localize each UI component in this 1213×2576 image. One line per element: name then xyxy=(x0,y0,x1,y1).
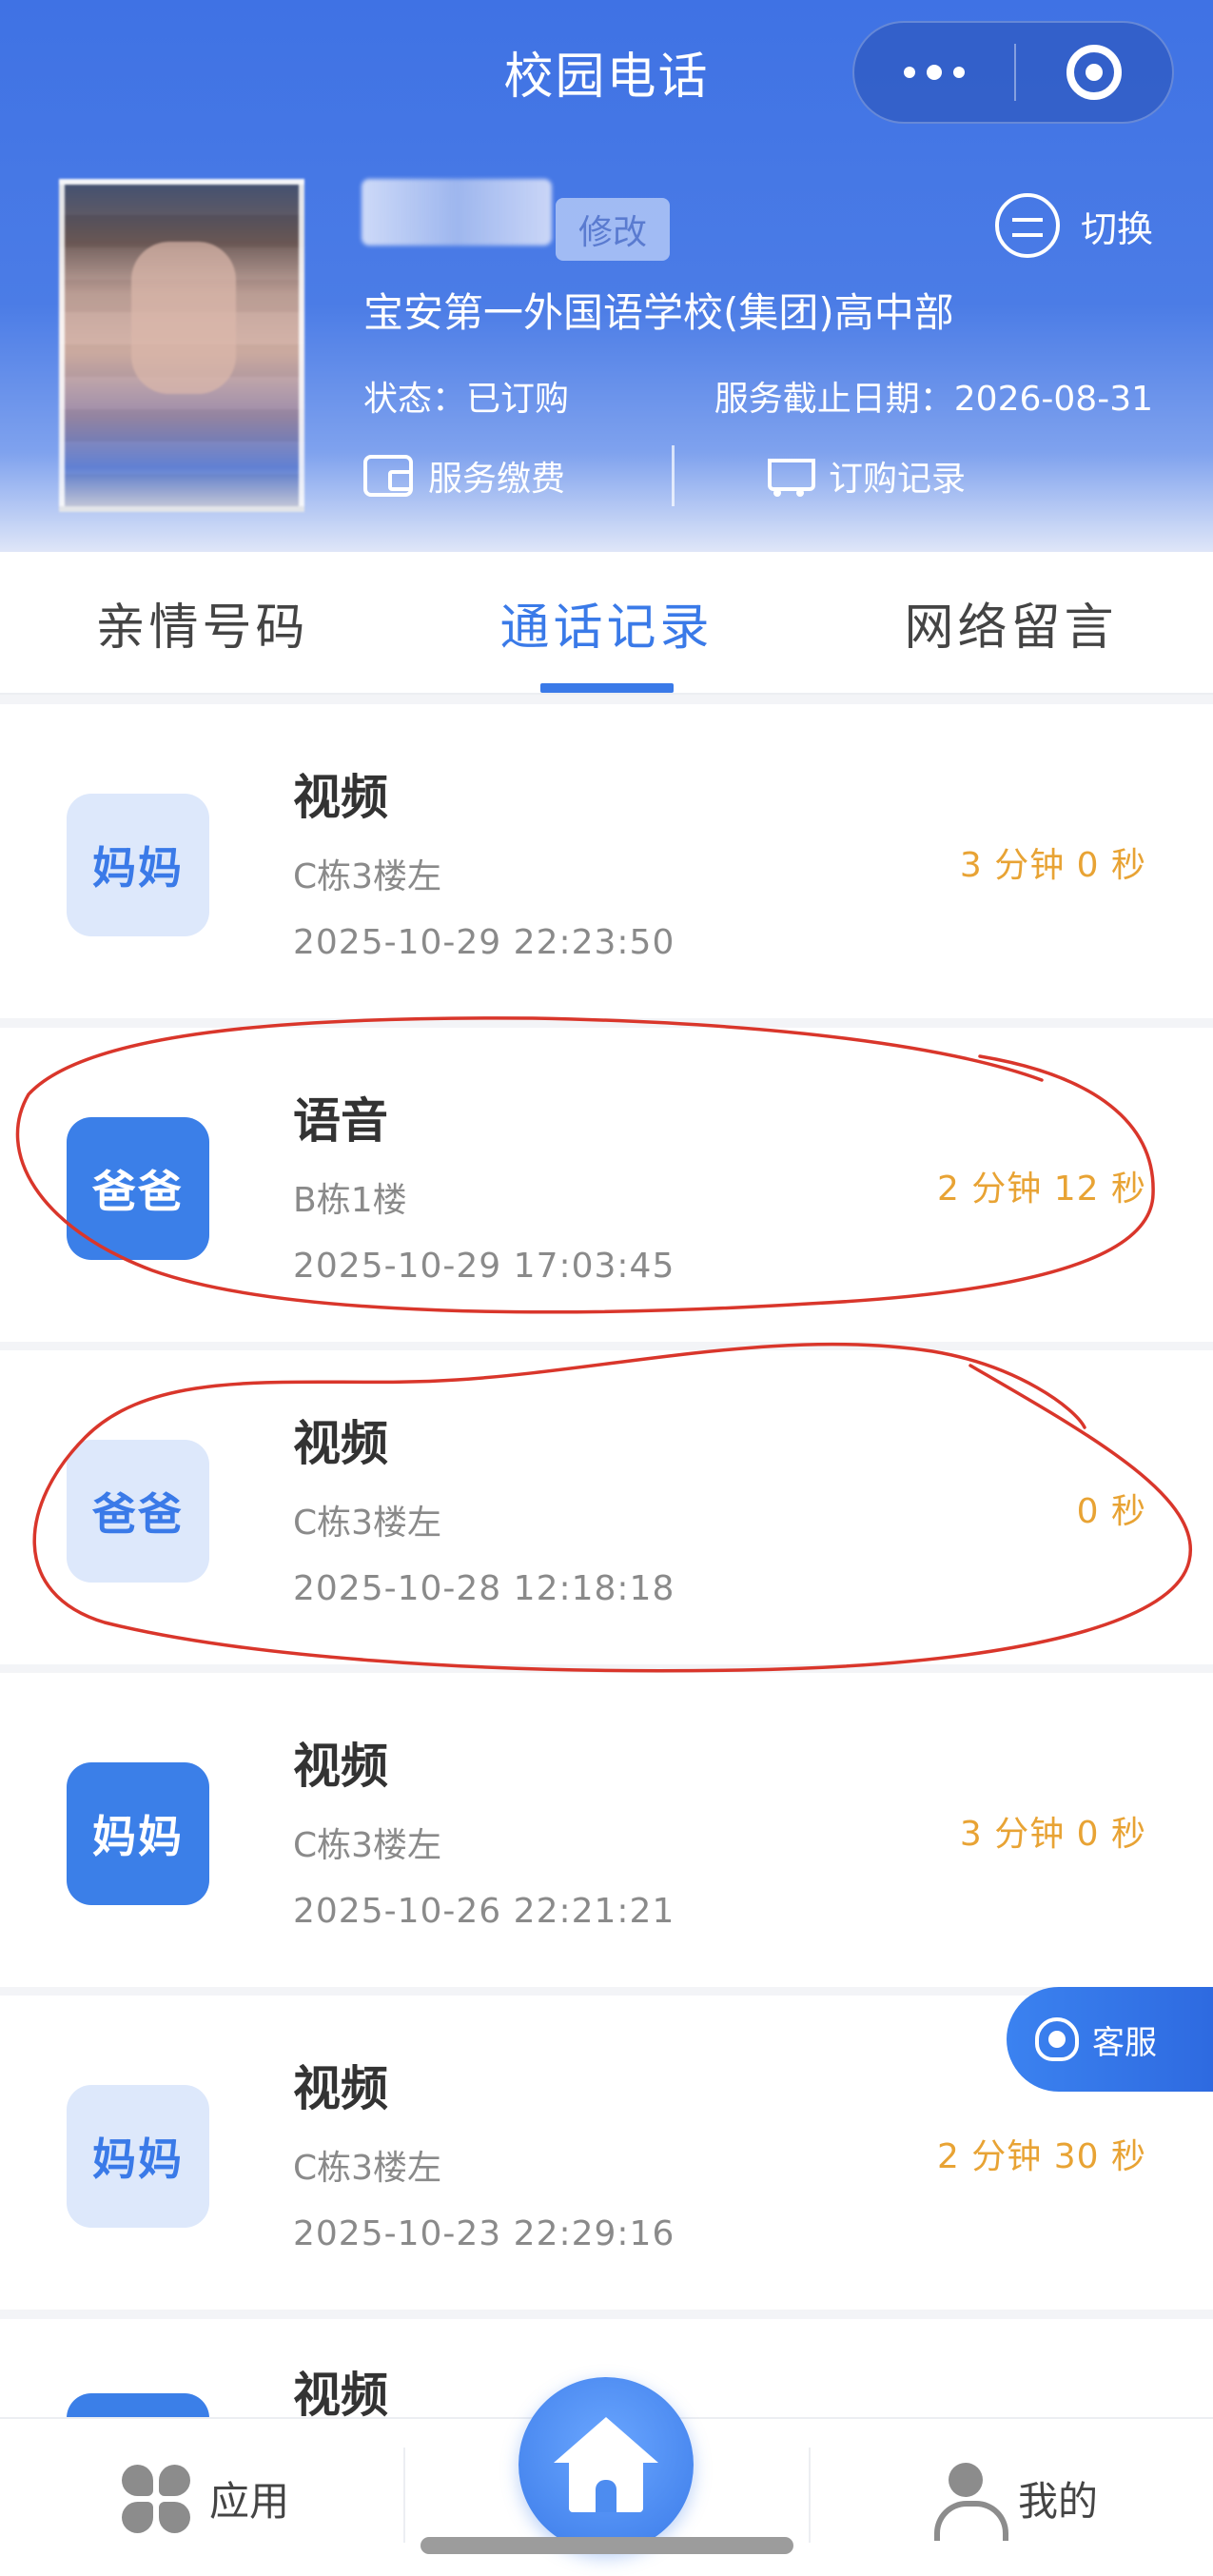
tab-bar: 亲情号码 通话记录 网络留言 xyxy=(0,552,1213,695)
apps-icon xyxy=(122,2464,190,2533)
call-duration: 2 分钟 12 秒 xyxy=(936,1170,1146,1209)
avatar xyxy=(59,179,304,512)
call-time: 2025-10-28 12:18:18 xyxy=(293,1569,675,1608)
call-type: 视频 xyxy=(293,2061,388,2116)
call-record[interactable]: 爸爸 视频 C栋3楼左 2025-10-28 12:18:18 0 秒 xyxy=(0,1350,1213,1664)
call-location: C栋3楼左 xyxy=(293,2149,442,2188)
contact-badge: 爸爸 xyxy=(67,1117,209,1260)
cart-icon xyxy=(760,453,816,499)
customer-service-label: 客服 xyxy=(1092,2023,1157,2062)
user-icon xyxy=(932,2462,1008,2541)
tab-call-records[interactable]: 通话记录 xyxy=(404,552,809,693)
call-location: C栋3楼左 xyxy=(293,857,442,896)
home-icon xyxy=(554,2417,658,2512)
call-type: 视频 xyxy=(293,2368,388,2423)
service-pay-button[interactable]: 服务缴费 xyxy=(363,451,565,501)
call-location: C栋3楼左 xyxy=(293,1504,442,1543)
home-indicator xyxy=(421,2537,793,2554)
call-location: B栋1楼 xyxy=(293,1181,407,1220)
call-type: 视频 xyxy=(293,1416,388,1471)
contact-badge: 妈妈 xyxy=(67,2085,209,2228)
call-type: 语音 xyxy=(293,1093,388,1149)
nav-apps[interactable]: 应用 xyxy=(122,2419,289,2576)
call-record[interactable]: 爸爸 语音 B栋1楼 2025-10-29 17:03:45 2 分钟 12 秒 xyxy=(0,1028,1213,1342)
order-records-label: 订购记录 xyxy=(829,460,967,499)
close-target-icon[interactable] xyxy=(1016,45,1172,100)
wallet-icon xyxy=(363,455,413,497)
tab-messages[interactable]: 网络留言 xyxy=(809,552,1213,693)
profile-actions: 服务缴费 订购记录 xyxy=(363,445,1153,506)
service-expiry: 服务截止日期：2026-08-31 xyxy=(714,380,1153,419)
nav-mine[interactable]: 我的 xyxy=(932,2419,1098,2576)
call-time: 2025-10-29 22:23:50 xyxy=(293,923,675,962)
call-duration: 3 分钟 0 秒 xyxy=(959,1815,1146,1854)
profile-header: 校园电话 修改 切换 宝安第一外国语学校(集团)高中部 状态：已订购 服务截止日… xyxy=(0,0,1213,552)
nav-apps-label: 应用 xyxy=(209,2478,290,2525)
call-type: 视频 xyxy=(293,770,388,825)
switch-label: 切换 xyxy=(1081,207,1154,250)
contact-badge: 妈妈 xyxy=(67,1762,209,1905)
call-duration: 3 分钟 0 秒 xyxy=(959,846,1146,885)
call-record[interactable]: 妈妈 视频 C栋3楼左 2025-10-29 22:23:50 3 分钟 0 秒 xyxy=(0,704,1213,1018)
subscription-status: 状态：已订购 xyxy=(363,380,570,419)
switch-button[interactable]: 切换 xyxy=(995,193,1153,258)
edit-button[interactable]: 修改 xyxy=(556,198,670,261)
more-dots-icon[interactable] xyxy=(854,23,1014,122)
customer-service-button[interactable]: 客服 xyxy=(1007,1987,1213,2092)
call-type: 视频 xyxy=(293,1739,388,1794)
nav-divider xyxy=(809,2448,811,2543)
call-duration: 0 秒 xyxy=(1076,1492,1146,1531)
home-button[interactable] xyxy=(518,2377,694,2552)
nav-mine-label: 我的 xyxy=(1018,2478,1099,2525)
action-divider xyxy=(672,445,675,506)
school-name: 宝安第一外国语学校(集团)高中部 xyxy=(363,289,954,336)
service-pay-label: 服务缴费 xyxy=(428,460,566,499)
call-time: 2025-10-29 17:03:45 xyxy=(293,1247,675,1286)
call-duration: 2 分钟 30 秒 xyxy=(936,2137,1146,2176)
switch-icon xyxy=(995,193,1060,258)
tab-family-numbers[interactable]: 亲情号码 xyxy=(0,552,404,693)
call-location: C栋3楼左 xyxy=(293,1826,442,1865)
headset-icon xyxy=(1035,2017,1079,2061)
miniprogram-capsule xyxy=(852,21,1174,124)
contact-badge: 爸爸 xyxy=(67,1440,209,1583)
order-records-button[interactable]: 订购记录 xyxy=(760,451,966,501)
call-record[interactable]: 妈妈 视频 C栋3楼左 2025-10-26 22:21:21 3 分钟 0 秒 xyxy=(0,1673,1213,1987)
status-row: 状态：已订购 服务截止日期：2026-08-31 xyxy=(363,371,1153,421)
student-name-blurred xyxy=(362,179,552,246)
nav-divider xyxy=(403,2448,405,2543)
call-time: 2025-10-26 22:21:21 xyxy=(293,1892,675,1931)
call-time: 2025-10-23 22:29:16 xyxy=(293,2214,675,2253)
contact-badge: 妈妈 xyxy=(67,794,209,936)
